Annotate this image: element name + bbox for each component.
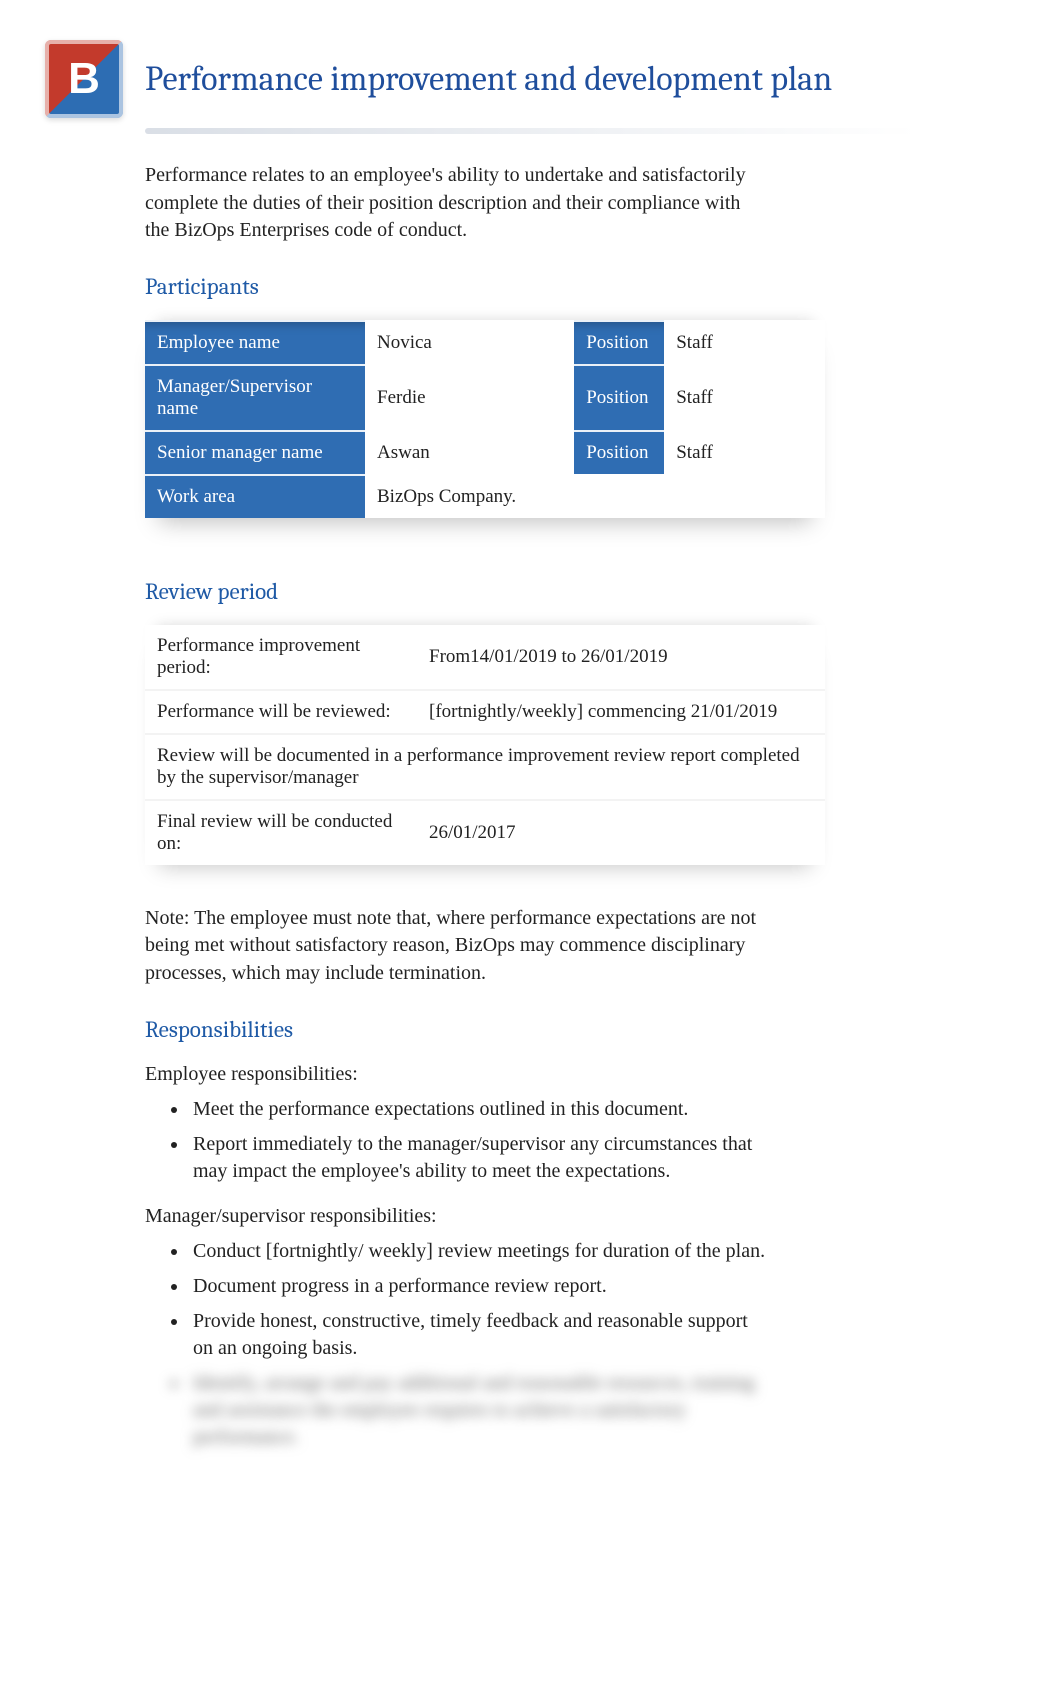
final-review-label: Final review will be conducted on: [145,800,417,865]
table-row: Review will be documented in a performan… [145,734,825,800]
title-underline [145,128,917,134]
list-item: Provide honest, constructive, timely fee… [189,1308,769,1362]
position-label: Position [574,320,664,364]
table-row: Final review will be conducted on: 26/01… [145,800,825,865]
participants-value: Ferdie [365,364,574,430]
intro-paragraph: Performance relates to an employee's abi… [145,162,765,245]
participants-table: Employee name Novica Position Staff Mana… [145,320,825,518]
list-item: Document progress in a performance revie… [189,1273,769,1300]
section-participants: Participants [145,273,917,300]
employee-resp-lead: Employee responsibilities: [145,1063,917,1086]
participants-value: Novica [365,320,574,364]
note-paragraph: Note: The employee must note that, where… [145,905,765,988]
table-row: Performance improvement period: From14/0… [145,625,825,690]
table-row: Work area BizOps Company. [145,474,825,518]
position-value: Staff [664,364,825,430]
final-review-value: 26/01/2017 [417,800,825,865]
table-row: Employee name Novica Position Staff [145,320,825,364]
position-value: Staff [664,320,825,364]
review-full-row: Review will be documented in a performan… [145,734,825,800]
bizops-logo-icon: B [45,40,123,118]
table-row: Performance will be reviewed: [fortnight… [145,690,825,734]
position-value: Staff [664,430,825,474]
list-item-blurred: Identify, arrange and pay additional and… [189,1370,769,1451]
page-title: Performance improvement and development … [145,59,917,99]
participants-value: Aswan [365,430,574,474]
participants-label: Manager/Supervisor name [145,364,365,430]
section-review-period: Review period [145,578,917,605]
manager-resp-lead: Manager/supervisor responsibilities: [145,1205,917,1228]
position-label: Position [574,364,664,430]
position-label: Position [574,430,664,474]
work-area-label: Work area [145,474,365,518]
review-label: Performance will be reviewed: [145,690,417,734]
list-item: Meet the performance expectations outlin… [189,1096,769,1123]
review-value: From14/01/2019 to 26/01/2019 [417,625,825,690]
review-table: Performance improvement period: From14/0… [145,625,825,865]
employee-resp-list: Meet the performance expectations outlin… [145,1096,917,1185]
list-item: Conduct [fortnightly/ weekly] review mee… [189,1238,769,1265]
work-area-value: BizOps Company. [365,474,825,518]
table-row: Senior manager name Aswan Position Staff [145,430,825,474]
review-value: [fortnightly/weekly] commencing 21/01/20… [417,690,825,734]
participants-label: Employee name [145,320,365,364]
list-item: Report immediately to the manager/superv… [189,1131,769,1185]
table-row: Manager/Supervisor name Ferdie Position … [145,364,825,430]
participants-label: Senior manager name [145,430,365,474]
manager-resp-list: Conduct [fortnightly/ weekly] review mee… [145,1238,917,1451]
section-responsibilities: Responsibilities [145,1016,917,1043]
review-label: Performance improvement period: [145,625,417,690]
